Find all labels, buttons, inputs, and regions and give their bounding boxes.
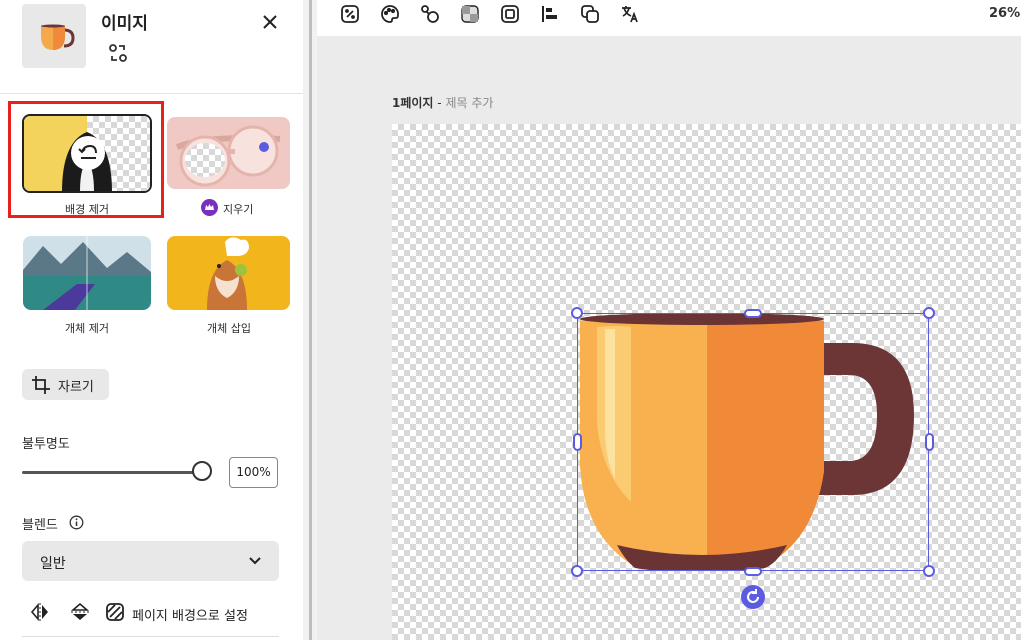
border-icon[interactable] (499, 3, 521, 25)
close-icon[interactable] (258, 10, 282, 34)
object-insert-tile[interactable] (167, 236, 290, 310)
image-thumbnail (22, 4, 86, 68)
translate-icon[interactable] (619, 3, 641, 25)
page-name: 1페이지 (392, 96, 434, 110)
erase-tile[interactable] (167, 117, 290, 189)
resize-handle-bottom[interactable] (744, 567, 762, 576)
crop-label: 자르기 (58, 380, 94, 395)
palette-icon[interactable] (379, 3, 401, 25)
remove-background-tile[interactable] (22, 114, 152, 193)
section-divider (22, 636, 279, 637)
arrange-icon[interactable] (579, 3, 601, 25)
crop-icon (32, 376, 50, 394)
undo-icon[interactable] (71, 136, 105, 170)
erase-label: 지우기 (223, 203, 254, 216)
opacity-slider-thumb[interactable] (192, 461, 212, 481)
object-remove-tile[interactable] (23, 236, 151, 310)
panel-resize-line (309, 0, 312, 640)
context-toolbar: 26% (317, 0, 1021, 36)
resize-handle-right[interactable] (925, 433, 934, 451)
resize-handle-top[interactable] (744, 309, 762, 318)
opacity-input[interactable]: 100% (229, 457, 278, 488)
effects-icon[interactable] (339, 3, 361, 25)
object-remove-label: 개체 제거 (65, 322, 109, 335)
transparency-icon[interactable] (459, 3, 481, 25)
resize-handle-top-left[interactable] (571, 307, 583, 319)
dog-chef-photo (207, 237, 249, 310)
opacity-slider-track[interactable] (22, 471, 204, 474)
selection-frame (577, 313, 929, 571)
blend-value: 일반 (40, 556, 66, 572)
flip-horizontal-icon[interactable] (30, 602, 50, 622)
blend-label: 블렌드 (22, 518, 58, 533)
resize-handle-bottom-left[interactable] (571, 565, 583, 577)
properties-panel: 이미지 배경 제거 지우기 개체 제거 개체 삽입 자르기 불투명도 100% … (0, 0, 303, 640)
resize-handle-top-right[interactable] (923, 307, 935, 319)
chevron-down-icon (249, 557, 261, 565)
replace-icon[interactable] (107, 42, 129, 64)
resize-handle-bottom-right[interactable] (923, 565, 935, 577)
zoom-level[interactable]: 26% (989, 6, 1020, 21)
object-insert-label: 개체 삽입 (207, 322, 251, 335)
rotate-icon[interactable] (741, 585, 765, 609)
lake-photo (23, 236, 151, 310)
resize-handle-left[interactable] (573, 433, 582, 451)
opacity-label: 불투명도 (22, 437, 70, 452)
set-page-background-button[interactable]: 페이지 배경으로 설정 (132, 605, 248, 624)
remove-background-label: 배경 제거 (65, 203, 109, 216)
set-background-icon[interactable] (105, 602, 125, 622)
align-icon[interactable] (539, 3, 561, 25)
page-title-input[interactable]: 제목 추가 (445, 96, 493, 110)
page-label: 1페이지 - 제목 추가 (392, 94, 493, 111)
page-separator: - (433, 96, 446, 110)
flip-vertical-icon[interactable] (70, 602, 90, 622)
panel-title: 이미지 (101, 14, 148, 34)
animate-icon[interactable] (419, 3, 441, 25)
info-icon[interactable] (69, 515, 84, 530)
header-divider (0, 93, 303, 94)
crown-icon (201, 199, 218, 216)
